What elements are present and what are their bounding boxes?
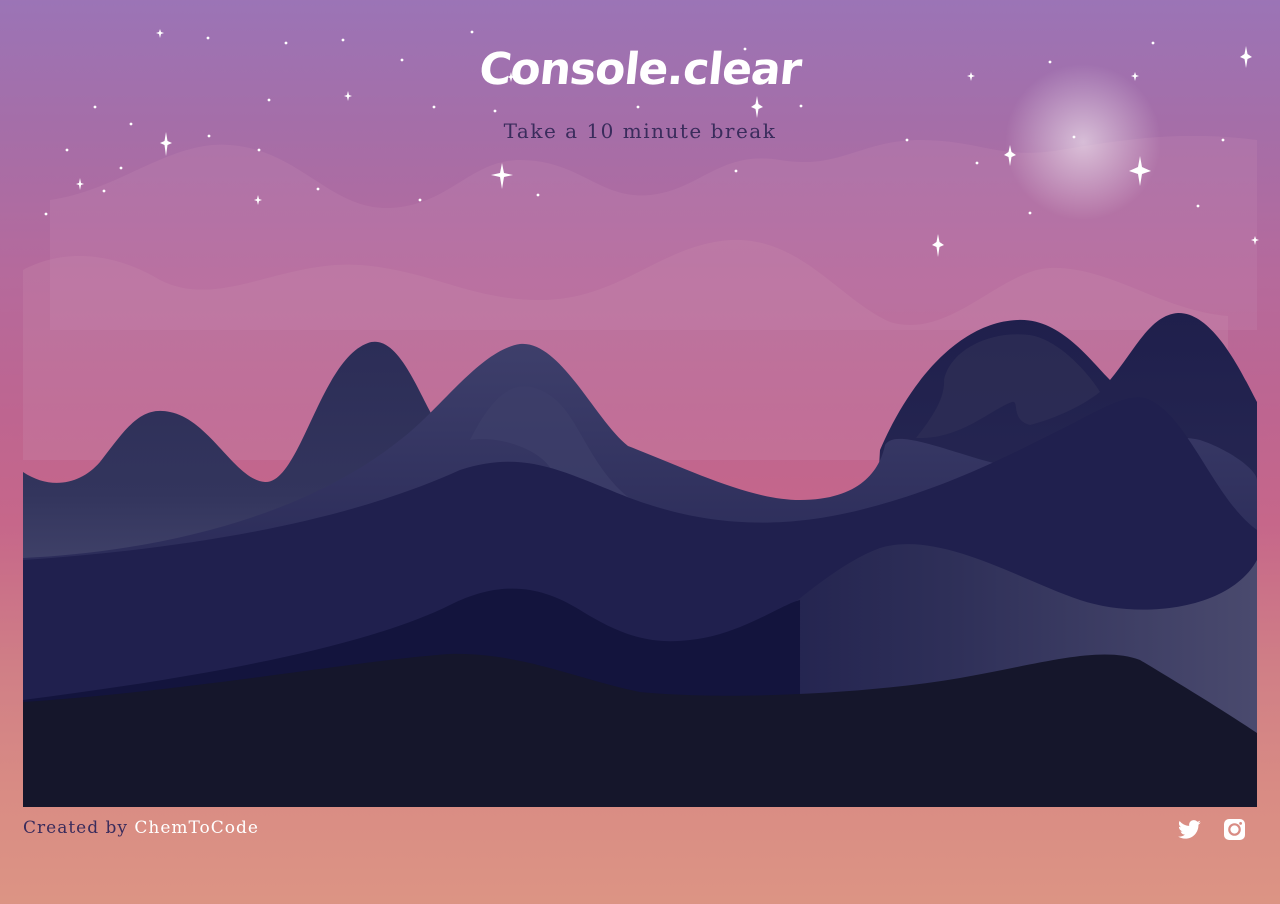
footer-credit: Created by ChemToCode bbox=[23, 818, 259, 838]
twitter-icon[interactable] bbox=[1178, 820, 1201, 839]
author-link[interactable]: ChemToCode bbox=[134, 818, 259, 838]
page-title: Console.clear bbox=[476, 44, 804, 95]
instagram-icon[interactable] bbox=[1224, 819, 1245, 840]
page-subtitle: Take a 10 minute break bbox=[503, 119, 777, 143]
created-by-label: Created by bbox=[23, 818, 128, 838]
